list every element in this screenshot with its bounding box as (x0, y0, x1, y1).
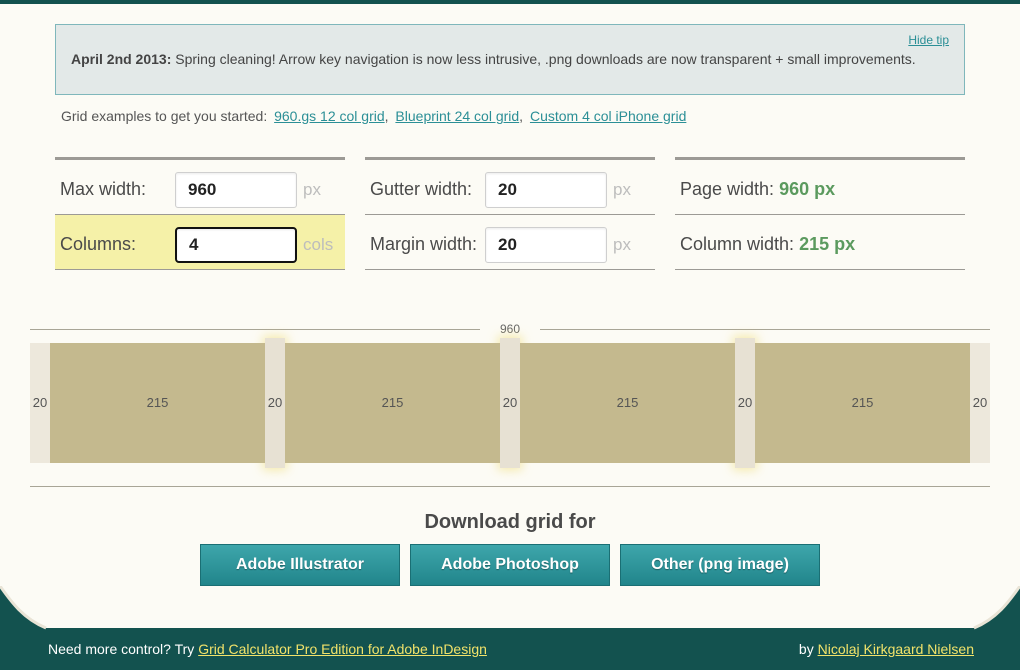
column-2-label: 215 (381, 395, 404, 410)
column-width-result: Column width: 215 px (680, 234, 855, 255)
margin-right-label: 20 (972, 395, 988, 410)
ruler-line-left (30, 329, 480, 330)
page-width-result: Page width: 960 px (680, 179, 835, 200)
results-column: Page width: 960 px Column width: 215 px (675, 157, 965, 270)
footer-right-prefix: by (798, 641, 814, 657)
grid-examples: Grid examples to get you started: 960.gs… (61, 108, 687, 124)
gutter-width-unit: px (613, 180, 631, 199)
example-link-iphone[interactable]: Custom 4 col iPhone grid (530, 108, 686, 124)
column-4-label: 215 (851, 395, 874, 410)
footer-left-prefix: Need more control? Try (48, 641, 195, 657)
examples-prefix: Grid examples to get you started: (61, 108, 268, 124)
page-width-value: 960 px (779, 179, 836, 199)
column-3-label: 215 (616, 395, 639, 410)
download-title: Download grid for (424, 511, 596, 533)
margin-width-row: Margin width: px (365, 215, 655, 270)
margin-left-label: 20 (32, 395, 48, 410)
settings-column-2: Gutter width: px Margin width: px (365, 157, 655, 270)
column-width-value: 215 px (799, 234, 856, 254)
footer-pro-link[interactable]: Grid Calculator Pro Edition for Adobe In… (198, 641, 487, 657)
page-width-label: Page width: (680, 179, 775, 199)
settings-column-1: Max width: px Columns: cols (55, 157, 345, 270)
divider (30, 486, 990, 487)
column-width-row: Column width: 215 px (675, 215, 965, 270)
footer-right: by Nicolaj Kirkgaard Nielsen (799, 641, 974, 657)
columns-label: Columns: (60, 234, 137, 254)
gutter-3-label: 20 (737, 395, 753, 410)
margin-width-input[interactable] (485, 227, 607, 263)
columns-unit: cols (303, 235, 334, 254)
example-link-960gs[interactable]: 960.gs 12 col grid (274, 108, 385, 124)
total-width-label: 960 (499, 322, 521, 336)
footer-author-link[interactable]: Nicolaj Kirkgaard Nielsen (818, 641, 974, 657)
max-width-unit: px (303, 180, 321, 199)
margin-width-unit: px (613, 235, 631, 254)
hide-tip-link[interactable]: Hide tip (908, 33, 949, 47)
top-edge (0, 0, 1020, 4)
example-link-blueprint[interactable]: Blueprint 24 col grid (395, 108, 519, 124)
page-width-row: Page width: 960 px (675, 160, 965, 215)
gutter-width-label: Gutter width: (370, 179, 473, 199)
download-illustrator-button[interactable]: Adobe Illustrator (200, 544, 400, 586)
download-png-button[interactable]: Other (png image) (620, 544, 820, 586)
gutter-width-input[interactable] (485, 172, 607, 208)
columns-row: Columns: cols (55, 215, 345, 270)
columns-input[interactable] (175, 227, 297, 263)
gutter-width-row: Gutter width: px (365, 160, 655, 215)
max-width-label: Max width: (60, 179, 147, 199)
gutter-2-label: 20 (502, 395, 518, 410)
margin-width-label: Margin width: (370, 234, 478, 254)
footer-background (0, 586, 1020, 670)
gutter-1-label: 20 (267, 395, 283, 410)
tip-date: April 2nd 2013: (71, 51, 172, 67)
column-1-label: 215 (146, 395, 169, 410)
max-width-input[interactable] (175, 172, 297, 208)
tip-message: Spring cleaning! Arrow key navigation is… (175, 51, 916, 67)
max-width-row: Max width: px (55, 160, 345, 215)
ruler-line-right (540, 329, 990, 330)
column-width-label: Column width: (680, 234, 795, 254)
tip-box: Hide tip April 2nd 2013: Spring cleaning… (55, 24, 965, 95)
tip-text: April 2nd 2013: Spring cleaning! Arrow k… (71, 51, 916, 67)
download-photoshop-button[interactable]: Adobe Photoshop (410, 544, 610, 586)
footer-left: Need more control? Try Grid Calculator P… (48, 641, 487, 657)
